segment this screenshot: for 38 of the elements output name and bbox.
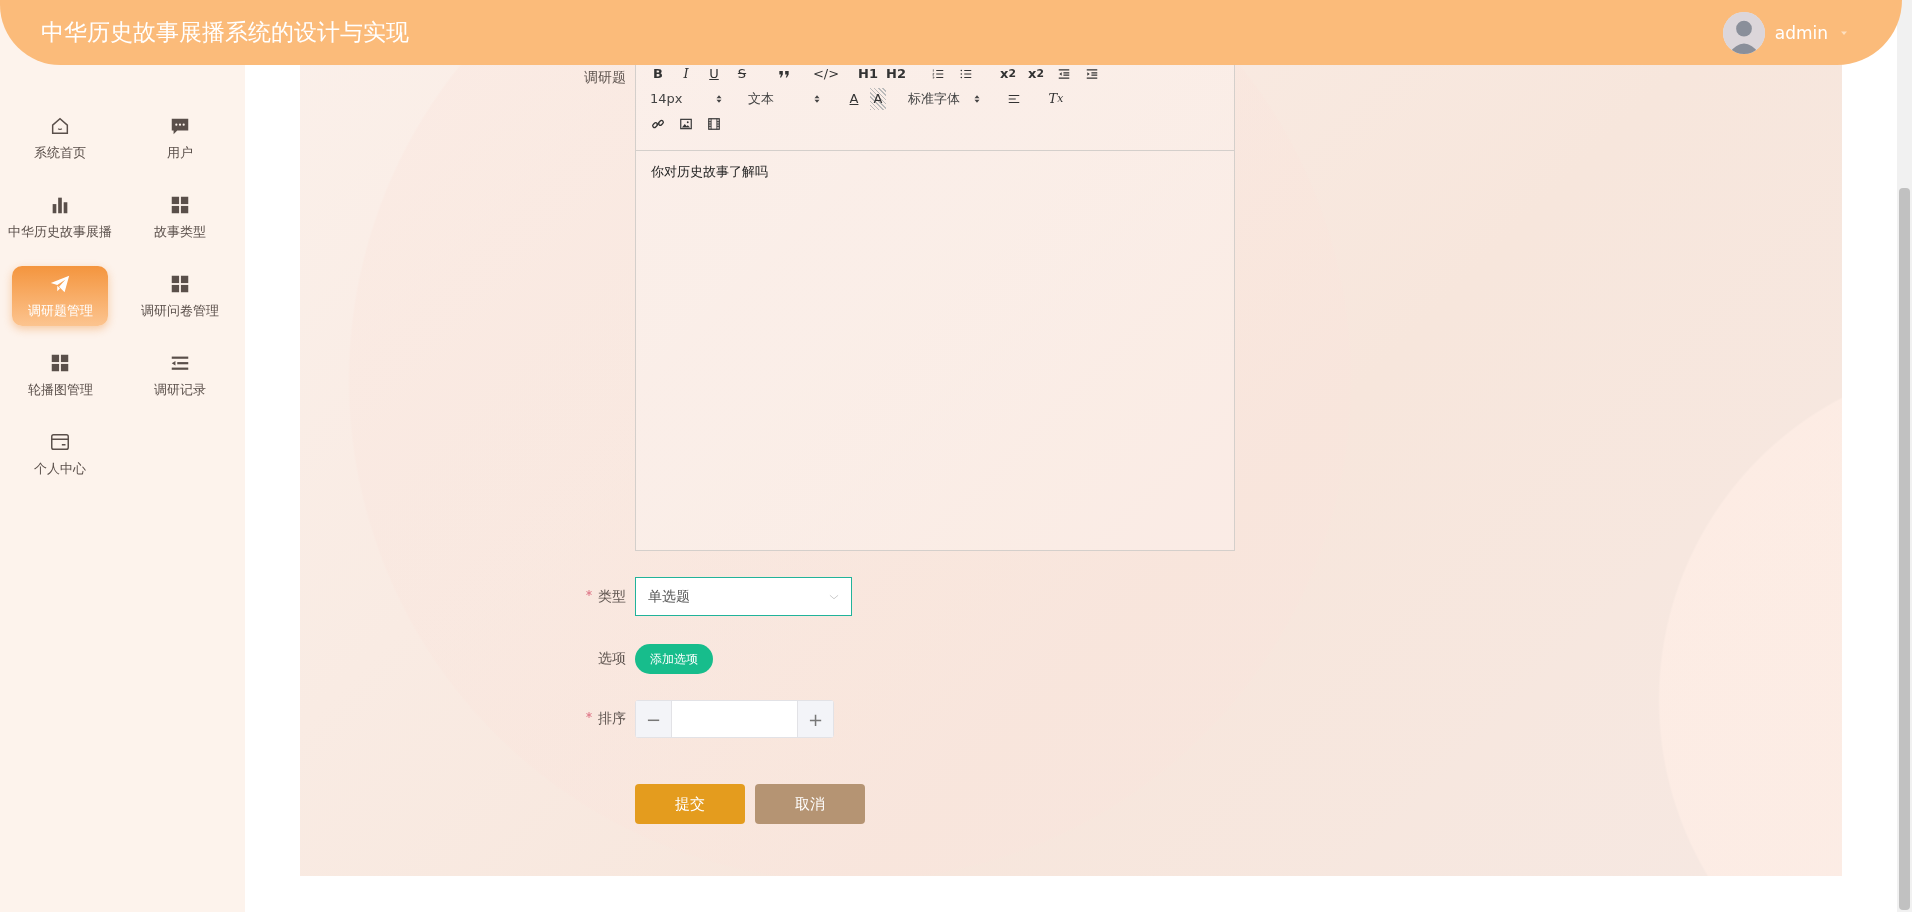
decrement-button[interactable]: − [636, 701, 671, 737]
format-button[interactable]: H1 [856, 62, 880, 85]
sidebar-item[interactable]: 调研问卷管理 [132, 266, 228, 326]
numbered-list-icon [931, 66, 945, 81]
sidebar-item[interactable]: 故事类型 [132, 187, 228, 247]
scrollbar-thumb[interactable] [1899, 188, 1910, 910]
type-select[interactable]: 单选题 [635, 577, 852, 616]
format-button[interactable]: A [842, 87, 866, 110]
sort-arrows-icon [714, 93, 724, 104]
field-label: 选项 [598, 650, 626, 666]
sidebar-item[interactable]: 轮播图管理 [12, 345, 108, 405]
sidebar-item[interactable]: 系统首页 [12, 108, 108, 168]
format-button[interactable]: U [702, 62, 726, 85]
sidebar-item[interactable]: 个人中心 [12, 424, 108, 484]
toolbar-select[interactable]: 文本 [744, 87, 826, 110]
increment-button[interactable]: + [798, 701, 833, 737]
indent-icon [1085, 66, 1099, 81]
sort-arrows-icon [812, 93, 822, 104]
field-label: 排序 [598, 710, 626, 726]
format-button[interactable]: S [730, 62, 754, 85]
outdent-icon [1057, 66, 1071, 81]
toolbar-select[interactable]: 标准字体 [904, 87, 986, 110]
format-button[interactable]: I [674, 62, 698, 85]
sort-arrows-icon [972, 93, 982, 104]
format-button[interactable]: A [870, 87, 886, 110]
toolbar-select[interactable]: 14px [646, 87, 728, 110]
format-button[interactable]: H2 [884, 62, 908, 85]
number-input[interactable]: − + [635, 700, 834, 738]
app-title: 中华历史故事展播系统的设计与实现 [41, 18, 409, 47]
field-label: 调研题 [584, 69, 626, 85]
field-label: 类型 [598, 587, 626, 604]
film-icon [707, 116, 721, 131]
sidebar-item[interactable]: 用户 [132, 108, 228, 168]
sidebar-item[interactable]: 调研记录 [132, 345, 228, 405]
format-button[interactable]: B [646, 62, 670, 85]
editor-content[interactable]: 你对历史故事了解吗 [636, 151, 1234, 193]
image-icon [679, 116, 693, 131]
format-button[interactable]: </> [814, 62, 838, 85]
